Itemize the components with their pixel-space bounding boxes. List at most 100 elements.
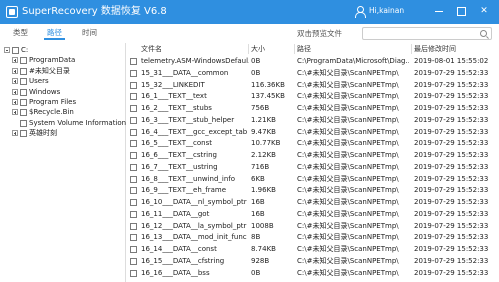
table-row[interactable]: 16_1___TEXT__text 137.45KB C:\#未知父目录\ScanN… [127, 91, 499, 102]
tree-item-checkbox[interactable] [20, 109, 27, 117]
tree-item-checkbox[interactable] [20, 67, 27, 75]
table-row[interactable]: 16_12___DATA__la_symbol_ptr 1008B C:\#未知父目… [127, 221, 499, 232]
preview-hint: 双击预览文件 [297, 29, 342, 38]
file-modified-time: 2019-07-29 15:52:33 [414, 221, 489, 230]
file-name: 16_8___TEXT__unwind_info [141, 174, 236, 183]
expand-icon[interactable] [12, 88, 18, 95]
row-checkbox[interactable] [130, 210, 137, 218]
column-header-modified[interactable]: 最后修改时间 [414, 43, 456, 55]
row-checkbox[interactable] [130, 187, 137, 195]
tree-item-checkbox[interactable] [20, 119, 27, 127]
file-size: 1.96KB [251, 186, 276, 195]
table-row[interactable]: 15_31___DATA__common 0B C:\#未知父目录\ScanNPET… [127, 68, 499, 79]
row-checkbox[interactable] [130, 222, 137, 230]
tree-item-checkbox[interactable] [20, 78, 27, 86]
file-size: 756B [251, 104, 270, 112]
file-path: C:\#未知父目录\ScanNPETmp\ [297, 115, 399, 124]
row-checkbox[interactable] [130, 163, 137, 171]
expand-icon[interactable] [12, 109, 18, 116]
tab-type[interactable]: 类型 [10, 26, 31, 40]
column-divider[interactable] [248, 44, 249, 54]
row-checkbox[interactable] [130, 58, 137, 65]
table-row[interactable]: 16_13___DATA__mod_init_func 8B C:\#未知父目录\S… [127, 232, 499, 243]
collapse-icon[interactable] [4, 47, 10, 53]
tree-item-label: 英雄时刻 [29, 129, 57, 138]
tree-item-checkbox[interactable] [20, 130, 27, 138]
column-header-size[interactable]: 大小 [251, 43, 265, 55]
tab-path[interactable]: 路径 [44, 26, 65, 40]
tree-item-checkbox[interactable] [20, 57, 27, 65]
expand-icon[interactable] [12, 57, 18, 64]
file-modified-time: 2019-07-29 15:52:33 [414, 68, 489, 77]
table-row[interactable]: 16_15___DATA__cfstring 928B C:\#未知父目录\Scan… [127, 256, 499, 267]
table-row[interactable]: 16_8___TEXT__unwind_info 6KB C:\#未知父目录\Sca… [127, 174, 499, 185]
row-checkbox[interactable] [130, 269, 137, 277]
user-name[interactable]: Hi,kainan [369, 6, 404, 15]
tree-item-checkbox[interactable] [20, 88, 27, 96]
search-icon[interactable] [480, 30, 487, 37]
table-row[interactable]: 16_11___DATA__got 16B C:\#未知父目录\ScanNPETmp… [127, 209, 499, 220]
file-name: 15_32___LINKEDIT [141, 80, 205, 89]
expand-icon[interactable] [12, 78, 18, 85]
file-path: C:\#未知父目录\ScanNPETmp\ [297, 92, 399, 101]
table-row[interactable]: 16_10___DATA__nl_symbol_ptr 16B C:\#未知父目录\… [127, 197, 499, 208]
minimize-button[interactable] [432, 4, 446, 18]
row-checkbox[interactable] [130, 199, 137, 206]
user-icon[interactable] [354, 6, 366, 18]
file-size: 6KB [251, 174, 265, 183]
row-checkbox[interactable] [130, 128, 137, 136]
file-path: C:\#未知父目录\ScanNPETmp\ [297, 198, 399, 206]
file-size: 16B [251, 209, 265, 218]
tree-item-label: $Recycle.Bin [29, 108, 74, 117]
table-row[interactable]: 16_7___TEXT__ustring 716B C:\#未知父目录\ScanNP… [127, 162, 499, 173]
column-divider[interactable] [411, 44, 412, 54]
table-row[interactable]: 16_5___TEXT__const 10.77KB C:\#未知父目录\ScanN… [127, 138, 499, 149]
file-modified-time: 2019-07-29 15:52:33 [414, 245, 489, 253]
row-checkbox[interactable] [130, 246, 137, 253]
row-checkbox[interactable] [130, 234, 137, 242]
app-logo-icon [6, 6, 18, 18]
file-path: C:\#未知父目录\ScanNPETmp\ [297, 186, 399, 195]
expand-icon[interactable] [12, 67, 18, 74]
file-name: 16_9___TEXT__eh_frame [141, 186, 227, 195]
tab-time[interactable]: 时间 [79, 26, 100, 40]
file-size: 928B [251, 256, 270, 265]
file-name: 16_15___DATA__cfstring [141, 256, 225, 265]
table-row[interactable]: 16_4___TEXT__gcc_except_tab 9.47KB C:\#未知父… [127, 127, 499, 138]
table-row[interactable]: 16_2___TEXT__stubs 756B C:\#未知父目录\ScanNPET… [127, 103, 499, 114]
row-checkbox[interactable] [130, 105, 137, 112]
table-row[interactable]: 16_14___DATA__const 8.74KB C:\#未知父目录\ScanN… [127, 244, 499, 255]
table-row[interactable]: 16_9___TEXT__eh_frame 1.96KB C:\#未知父目录\Sca… [127, 185, 499, 196]
row-checkbox[interactable] [130, 257, 137, 265]
file-size: 2.12KB [251, 151, 276, 159]
row-checkbox[interactable] [130, 93, 137, 101]
row-checkbox[interactable] [130, 175, 137, 183]
file-modified-time: 2019-07-29 15:52:33 [414, 115, 489, 124]
table-row[interactable]: 16_6___TEXT__cstring 2.12KB C:\#未知父目录\Scan… [127, 150, 499, 161]
expand-icon[interactable] [12, 99, 18, 105]
table-row[interactable]: 16_16___DATA__bss 0B C:\#未知父目录\ScanNPETmp\… [127, 268, 499, 279]
table-row[interactable]: 15_32___LINKEDIT 116.36KB C:\#未知父目录\ScanNP… [127, 80, 499, 91]
tree-item-checkbox[interactable] [12, 47, 19, 54]
column-header-name[interactable]: 文件名 [141, 43, 162, 55]
file-modified-time: 2019-08-01 15:55:02 [414, 57, 489, 65]
table-row[interactable]: telemetry.ASM-WindowsDefaul... 0B C:\Progr… [127, 56, 499, 67]
column-divider[interactable] [294, 44, 295, 54]
file-size: 0B [251, 57, 261, 65]
row-checkbox[interactable] [130, 69, 137, 77]
row-checkbox[interactable] [130, 81, 137, 89]
expand-icon[interactable] [12, 130, 18, 137]
file-path: C:\#未知父目录\ScanNPETmp\ [297, 104, 399, 112]
row-checkbox[interactable] [130, 140, 137, 148]
table-row[interactable]: 16_3___TEXT__stub_helper 1.21KB C:\#未知父目录\… [127, 115, 499, 126]
search-input[interactable] [362, 27, 492, 40]
file-name: 15_31___DATA__common [141, 68, 229, 77]
file-path: C:\#未知父目录\ScanNPETmp\ [297, 68, 399, 77]
row-checkbox[interactable] [130, 116, 137, 124]
row-checkbox[interactable] [130, 152, 137, 159]
close-button[interactable]: ✕ [477, 4, 491, 18]
file-size: 0B [251, 268, 261, 277]
tree-item-checkbox[interactable] [20, 99, 27, 106]
maximize-button[interactable] [454, 4, 468, 18]
column-header-path[interactable]: 路径 [297, 43, 311, 55]
